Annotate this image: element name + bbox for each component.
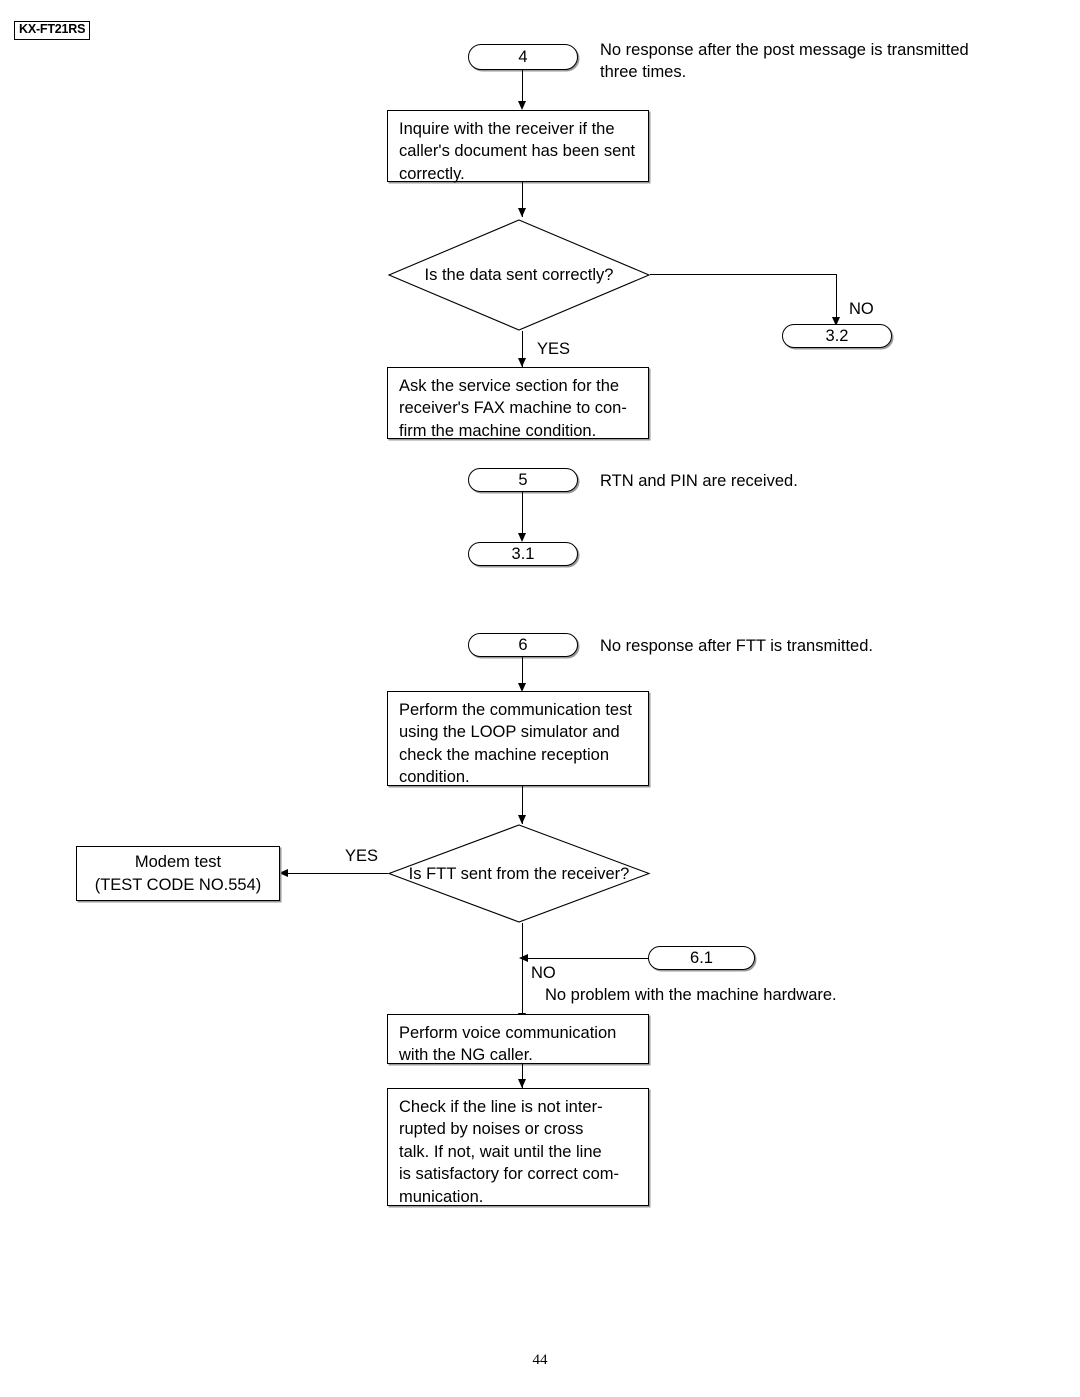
connector-6[interactable]: 6 bbox=[468, 633, 578, 657]
process-check-line-interruption: Check if the line is not inter- rupted b… bbox=[387, 1088, 649, 1206]
connector-6-label: 6 bbox=[518, 635, 528, 654]
flow-line bbox=[522, 492, 524, 538]
flow-arrow bbox=[519, 954, 528, 962]
flow-line-yes bbox=[288, 873, 388, 875]
process-voice-communication: Perform voice communication with the NG … bbox=[387, 1014, 649, 1064]
branch-label-no: NO bbox=[531, 964, 556, 982]
connector-3-1-label: 3.1 bbox=[511, 544, 535, 563]
flow-arrow bbox=[518, 533, 526, 542]
connector-3-2-label: 3.2 bbox=[825, 326, 849, 345]
connector-5-label: 5 bbox=[518, 470, 528, 489]
flow-line-no bbox=[650, 274, 837, 276]
flow-line-no bbox=[836, 274, 838, 322]
process-communication-test: Perform the communication test using the… bbox=[387, 691, 649, 786]
decision-data-sent-correctly: Is the data sent correctly? bbox=[387, 219, 651, 331]
flow-line-6-1 bbox=[527, 958, 648, 960]
decision-ftt-sent-from-receiver: Is FTT sent from the receiver? bbox=[387, 824, 651, 923]
connector-5[interactable]: 5 bbox=[468, 468, 578, 492]
caption-section-6: No response after FTT is transmitted. bbox=[600, 637, 873, 655]
flow-arrow bbox=[518, 208, 526, 217]
modem-test-line-2: (TEST CODE NO.554) bbox=[94, 875, 262, 894]
model-number-badge: KX-FT21RS bbox=[14, 21, 91, 40]
connector-6-1[interactable]: 6.1 bbox=[648, 946, 755, 970]
connector-4-label: 4 bbox=[518, 47, 528, 66]
branch-label-yes: YES bbox=[345, 847, 379, 865]
process-ask-service-section: Ask the service section for the receiver… bbox=[387, 367, 649, 440]
caption-section-5: RTN and PIN are received. bbox=[600, 472, 798, 490]
decision-label: Is FTT sent from the receiver? bbox=[408, 864, 630, 883]
flow-arrow bbox=[518, 1079, 526, 1088]
page-number: 44 bbox=[532, 1352, 548, 1368]
caption-section-4: No response after the post message is tr… bbox=[600, 41, 969, 82]
connector-4[interactable]: 4 bbox=[468, 44, 578, 70]
flow-arrow bbox=[518, 815, 526, 824]
flowchart-page: KX-FT21RS 4 No response after the post m… bbox=[0, 0, 1080, 1397]
modem-test-line-1: Modem test bbox=[134, 853, 222, 872]
decision-label: Is the data sent correctly? bbox=[424, 266, 614, 284]
caption-connector-6-1: No problem with the machine hardware. bbox=[545, 986, 837, 1004]
flow-line-no bbox=[522, 923, 524, 1023]
flow-arrow bbox=[518, 358, 526, 367]
process-modem-test: Modem test (TEST CODE NO.554) bbox=[76, 846, 280, 901]
branch-label-no: NO bbox=[849, 300, 874, 318]
connector-6-1-label: 6.1 bbox=[690, 948, 713, 967]
flow-arrow bbox=[279, 869, 288, 877]
flow-arrow bbox=[518, 101, 526, 110]
branch-label-yes: YES bbox=[537, 340, 571, 358]
process-inquire-receiver: Inquire with the receiver if the caller'… bbox=[387, 110, 649, 183]
connector-3-2[interactable]: 3.2 bbox=[782, 324, 892, 348]
flow-line bbox=[522, 70, 524, 103]
connector-3-1[interactable]: 3.1 bbox=[468, 542, 578, 566]
